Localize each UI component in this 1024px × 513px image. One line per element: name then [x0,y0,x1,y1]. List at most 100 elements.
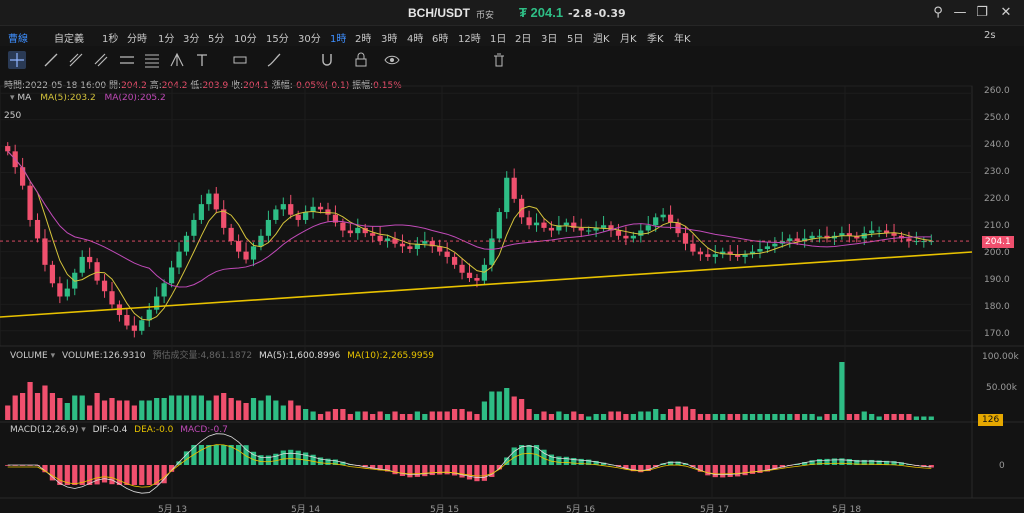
volume-legend: VOLUME ▾ VOLUME:126.9310 預估成交量:4,861.187… [10,348,434,361]
candle-body [466,272,473,279]
volume-bar [541,411,547,420]
candle-body [146,309,152,321]
macd-bar [526,445,532,465]
volume-bar [64,403,70,420]
volume-bar [370,414,376,420]
candle-body [370,233,376,236]
volume-bar [399,414,406,420]
macd-bar [414,465,420,477]
macd-toggle-icon[interactable]: ▾ [81,425,86,435]
macd-name: MACD(12,26,9) [10,425,79,435]
candle-body [407,246,413,249]
volume-bar [325,411,331,420]
volume-bar [883,414,890,420]
candle-body [64,288,70,297]
candle-body [645,225,651,231]
candle-body [273,209,279,220]
volume-bar [519,399,525,420]
volume-bar [183,395,190,420]
volume-bar [608,411,614,420]
chart-canvas[interactable] [0,0,1024,513]
price-axis-label: 240.0 [984,140,1010,150]
candle-body [250,246,257,260]
volume-bar [913,416,919,420]
macd-bar [474,465,480,482]
volume-axis-label: 100.00k [982,352,1019,362]
candle-body [891,233,897,236]
candle-body [660,214,666,218]
candle-body [347,230,353,234]
volume-bar [735,414,741,420]
candle-body [615,230,622,236]
price-axis-label: 260.0 [984,86,1010,96]
volume-bar [429,411,435,420]
macd-legend: MACD(12,26,9) ▾ DIF:-0.4 DEA:-0.0 MACD:-… [10,425,228,435]
macd-bar [742,465,748,476]
trend-line [0,251,973,318]
volume-bar [57,398,63,420]
macd-bar [72,465,78,485]
volume-bar [660,414,666,420]
macd-bar [839,458,845,465]
macd-value: MACD:-0.7 [180,425,228,435]
candle-body [87,256,93,263]
date-label: 5月 13 [158,505,188,513]
volume-bar [645,411,651,420]
volume-bar [615,411,622,420]
macd-bar [727,465,733,477]
volume-bar [757,414,763,420]
volume-bar [809,414,815,420]
macd-bar [295,450,301,465]
volume-bar [876,416,882,420]
macd-bar [563,456,569,465]
candle-body [154,296,160,310]
volume-bar [600,414,607,420]
macd-bar [206,445,212,465]
volume-bar [504,388,510,420]
candle-body [459,264,465,273]
macd-bar [720,465,726,478]
volume-bar [213,395,219,420]
candle-body [131,325,137,331]
volume-bar [12,395,18,420]
volume-bar [481,401,488,420]
candle-body [161,283,167,297]
volume-bar [94,393,100,420]
volume-bar [690,409,696,420]
candle-body [444,251,450,257]
macd-bar [139,465,145,485]
candle-body [816,235,823,237]
volume-bar [243,403,249,420]
volume-bar [347,414,353,420]
candle-body [191,219,197,236]
candle-body [451,256,458,265]
candle-body [548,227,555,231]
macd-bar [459,465,465,478]
candle-body [682,233,689,244]
volume-bar [221,393,227,420]
volume-bar [72,395,78,420]
candle-body [325,209,331,215]
volume-bar [533,414,540,420]
macd-bar [831,458,838,465]
candle-body [213,193,219,210]
candle-body [303,212,309,220]
volume-bar [206,400,212,420]
volume-bar [816,416,823,420]
volume-bar [563,414,569,420]
volume-toggle-icon[interactable]: ▾ [51,351,56,361]
macd-bar [444,465,450,475]
date-label: 5月 18 [832,505,862,513]
volume-bar [228,398,234,420]
candle-body [541,222,547,228]
macd-bar [735,465,741,477]
candle-body [667,214,674,223]
macd-bar [116,465,123,485]
volume-bar [675,406,681,420]
macd-dif-line [7,433,932,494]
volume-bar [101,400,108,420]
candle-body [243,251,249,260]
volume-ma10: MA(10):2,265.9959 [347,351,435,361]
macd-bar [481,465,488,481]
volume-tag: 126 [978,414,1004,426]
